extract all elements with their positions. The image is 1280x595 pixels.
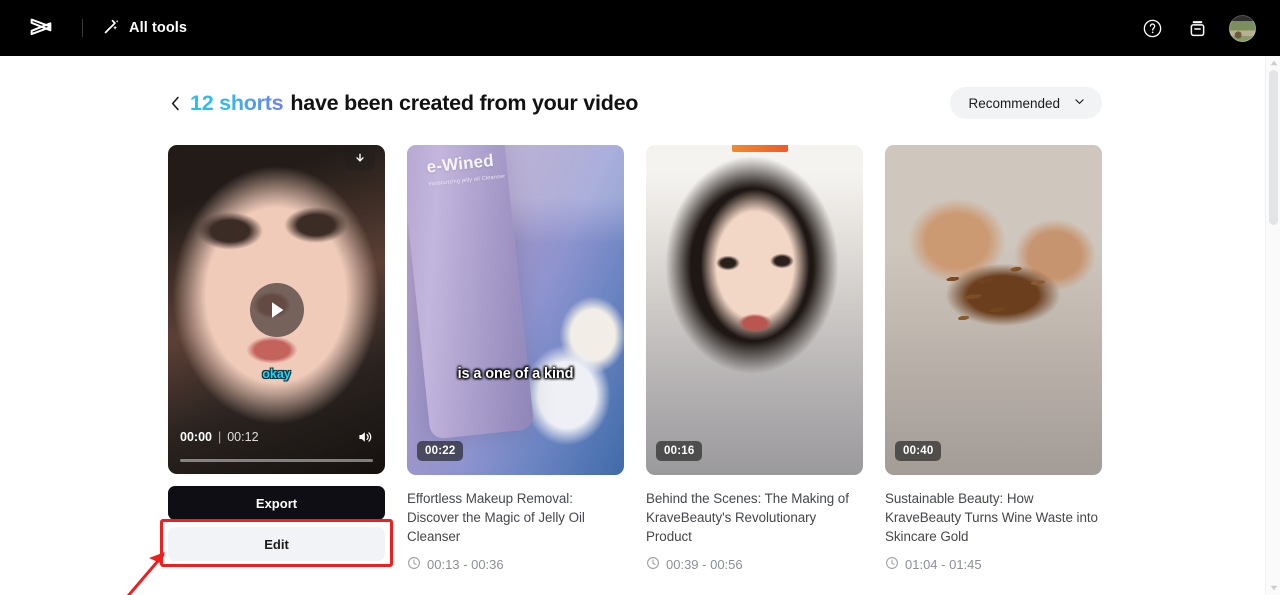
sort-dropdown[interactable]: Recommended <box>950 87 1102 119</box>
short-card: okay 00:00 | 00:12 Export Edit <box>126 145 393 595</box>
page-scrollbar[interactable] <box>1265 56 1280 595</box>
topbar-right-actions <box>1139 14 1256 42</box>
player-progress-bar[interactable] <box>180 459 373 462</box>
page-title-rest: have been created from your video <box>290 90 639 115</box>
chevron-left-icon[interactable] <box>168 88 190 118</box>
short-title: Behind the Scenes: The Making of KraveBe… <box>646 491 849 544</box>
short-timerange-label: 00:39 - 00:56 <box>666 557 743 572</box>
player-time-row: 00:00 | 00:12 <box>180 423 373 451</box>
thumbnail-art-crumbs <box>939 257 1067 331</box>
topbar-divider <box>82 19 83 37</box>
thumbnail-art-bottle <box>407 145 535 440</box>
scroll-down-arrow-icon[interactable] <box>1266 581 1280 595</box>
card-actions: Export Edit <box>126 486 393 595</box>
short-title: Effortless Makeup Removal: Discover the … <box>407 491 585 544</box>
annotation-arrow-icon <box>126 552 165 595</box>
user-avatar[interactable] <box>1229 14 1256 42</box>
duration-badge: 00:16 <box>656 441 703 461</box>
duration-badge: 00:22 <box>417 441 464 461</box>
duration-badge: 00:40 <box>895 441 942 461</box>
page-header-row: 12 shorts have been created from your vi… <box>168 80 1102 126</box>
short-thumbnail[interactable]: e-Wined moisturizing jelly oil Cleanser … <box>407 145 624 475</box>
edit-button[interactable]: Edit <box>168 527 385 561</box>
page-title-highlight: 12 shorts <box>190 90 284 115</box>
speaker-on-icon[interactable] <box>356 429 373 445</box>
all-tools-label: All tools <box>129 20 188 36</box>
content-container: 12 shorts have been created from your vi… <box>126 56 1102 595</box>
short-timerange-label: 01:04 - 01:45 <box>905 557 982 572</box>
short-timerange: 00:13 - 00:36 <box>407 556 624 573</box>
short-thumbnail[interactable]: 00:40 <box>885 145 1102 475</box>
page-body: 12 shorts have been created from your vi… <box>0 56 1280 595</box>
sort-dropdown-label: Recommended <box>968 95 1060 111</box>
export-button[interactable]: Export <box>168 486 385 520</box>
download-icon[interactable] <box>345 145 375 171</box>
video-caption-overlay: is a one of a kind <box>457 366 574 382</box>
capcut-logo[interactable] <box>24 11 58 45</box>
short-timerange: 00:39 - 00:56 <box>646 556 863 573</box>
clock-icon <box>646 556 660 573</box>
player-total-time: 00:12 <box>227 430 259 444</box>
scroll-up-arrow-icon[interactable] <box>1266 56 1280 70</box>
short-title: Sustainable Beauty: How KraveBeauty Turn… <box>885 491 1098 544</box>
shorts-grid: okay 00:00 | 00:12 Export Edit e-Wined m… <box>126 145 1102 595</box>
play-button[interactable] <box>249 282 304 337</box>
short-card: 00:40 Sustainable Beauty: How KraveBeaut… <box>885 145 1102 573</box>
library-stack-icon[interactable] <box>1184 15 1210 41</box>
video-caption-overlay: okay <box>262 367 291 381</box>
short-card: e-Wined moisturizing jelly oil Cleanser … <box>407 145 624 573</box>
top-navigation-bar: All tools <box>0 0 1280 56</box>
player-time-separator: | <box>217 430 222 444</box>
player-current-time: 00:00 <box>180 430 212 444</box>
short-thumbnail[interactable]: 00:16 <box>646 145 863 475</box>
help-circle-icon[interactable] <box>1139 15 1165 41</box>
video-player-thumbnail[interactable]: okay 00:00 | 00:12 <box>168 145 385 474</box>
short-card: 00:16 Behind the Scenes: The Making of K… <box>646 145 863 573</box>
play-icon <box>271 301 283 318</box>
clock-icon <box>407 556 421 573</box>
all-tools-menu[interactable]: All tools <box>103 18 187 39</box>
player-controls: 00:00 | 00:12 <box>168 423 385 474</box>
scrollbar-thumb[interactable] <box>1269 70 1278 225</box>
chevron-down-icon <box>1073 95 1086 111</box>
thumbnail-art-badge <box>732 145 788 152</box>
short-timerange: 01:04 - 01:45 <box>885 556 1102 573</box>
short-timerange-label: 00:13 - 00:36 <box>427 557 504 572</box>
page-title: 12 shorts have been created from your vi… <box>190 91 638 116</box>
clock-icon <box>885 556 899 573</box>
magic-wand-icon <box>103 18 120 39</box>
